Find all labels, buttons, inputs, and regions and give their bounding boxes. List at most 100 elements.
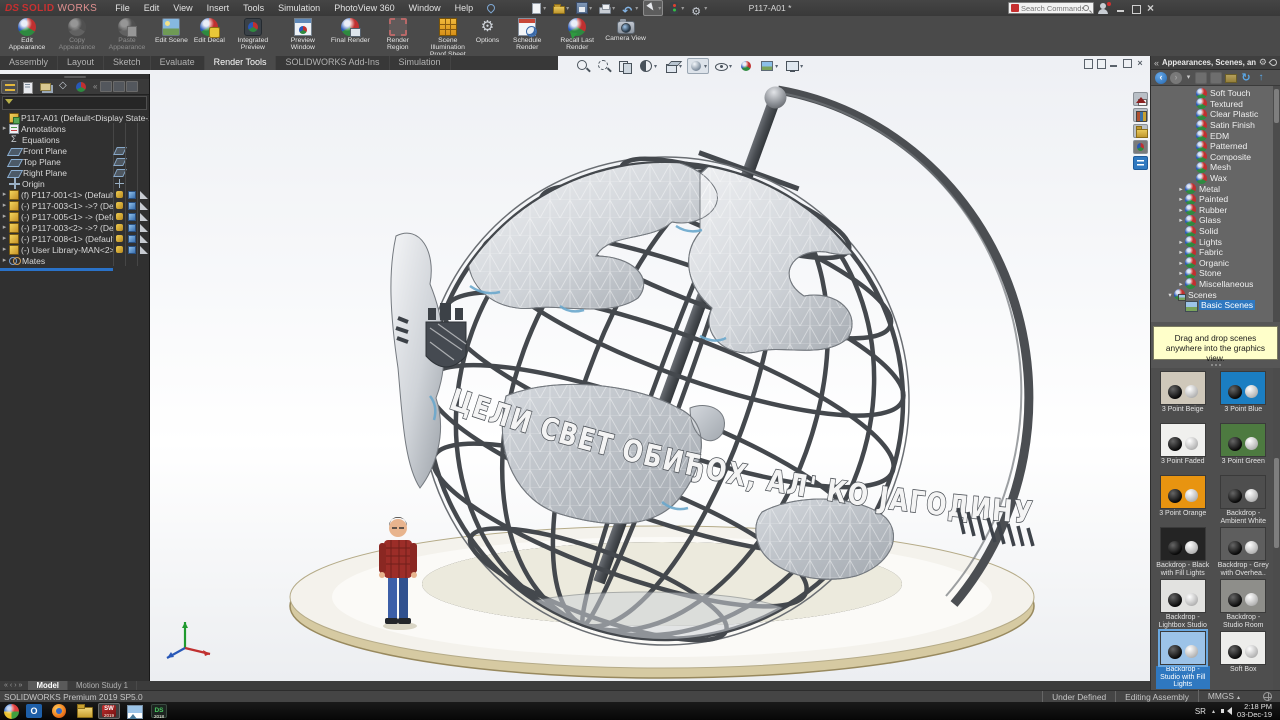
language-indicator[interactable]: SR <box>1195 707 1206 716</box>
commandmanager-tab[interactable]: Render Tools <box>205 56 277 70</box>
taskbar-app-icon[interactable] <box>48 703 70 719</box>
display-pane-cell[interactable] <box>125 233 137 244</box>
menu-item[interactable]: Simulation <box>278 3 320 13</box>
scene-preview-image[interactable] <box>1160 579 1206 613</box>
expand-caret-icon[interactable]: ▸ <box>1177 238 1185 246</box>
display-pane-cell[interactable] <box>137 222 149 233</box>
scene-preview-image[interactable] <box>1220 579 1266 613</box>
display-pane-cell[interactable] <box>125 189 137 200</box>
user-account-icon[interactable] <box>1097 2 1111 14</box>
headsup-button[interactable]: ▾ <box>712 58 734 74</box>
taskbar-app-icon[interactable] <box>23 703 45 719</box>
featuremanager-tab-icon[interactable] <box>1 80 18 94</box>
globe-model[interactable]: ЦЕЛИ СВЕТ ОБИЂОХ, АЛ' КО ЈАГОДИНУ <box>0 56 1150 681</box>
display-pane-cell[interactable] <box>137 200 149 211</box>
scene-thumbnail[interactable]: 3 Point Green <box>1217 423 1271 474</box>
display-pane-cell[interactable] <box>125 134 137 145</box>
display-pane-cell[interactable] <box>137 211 149 222</box>
taskbar-app-icon[interactable]: 2018 <box>148 703 170 719</box>
appearance-tree-item[interactable]: ▸ Glass <box>1153 215 1272 226</box>
headsup-button[interactable]: ▾ <box>595 58 613 74</box>
appearance-tree-item[interactable]: ▸ Rubber <box>1153 205 1272 216</box>
ribbon-button[interactable]: Edit Decal <box>191 17 228 55</box>
ribbon-button[interactable]: Integrated Preview <box>228 17 278 55</box>
unit-caret-icon[interactable]: ▴ <box>1237 695 1240 701</box>
expand-caret-icon[interactable]: ▸ <box>0 211 9 222</box>
expand-caret-icon[interactable]: ▸ <box>0 255 9 266</box>
display-pane-cell[interactable] <box>125 222 137 233</box>
dropdown-caret-icon[interactable]: ▾ <box>681 5 684 12</box>
expand-caret-icon[interactable]: ▸ <box>1177 280 1185 288</box>
doc-close-icon[interactable] <box>1135 58 1145 68</box>
dropdown-caret-icon[interactable]: ▾ <box>543 5 546 12</box>
ribbon-button[interactable]: Preview Window <box>278 17 328 55</box>
expand-caret-icon[interactable]: ▸ <box>1177 195 1185 203</box>
configurationmanager-tab-icon[interactable] <box>37 80 54 94</box>
pane-icon[interactable] <box>1083 58 1093 68</box>
ribbon-button[interactable]: Edit Scene <box>152 17 191 55</box>
commandmanager-tab[interactable]: SOLIDWORKS Add-Ins <box>276 56 389 70</box>
appearance-tree-item[interactable]: Mesh <box>1153 162 1272 173</box>
ribbon-button[interactable]: Copy Appearance <box>52 17 102 55</box>
commandmanager-tab[interactable]: Sketch <box>104 56 151 70</box>
menu-item[interactable]: Tools <box>243 3 264 13</box>
display-pane-cell[interactable] <box>137 167 149 178</box>
displaymanager-tab-icon[interactable] <box>73 80 90 94</box>
pane-icon[interactable] <box>1096 58 1106 68</box>
display-pane-cell[interactable] <box>113 156 125 167</box>
display-pane-header-icon[interactable] <box>126 81 138 92</box>
document-tab[interactable]: Model <box>28 681 68 690</box>
scene-preview-image[interactable] <box>1160 527 1206 561</box>
tab-overflow-chevron[interactable]: « <box>91 82 99 91</box>
commandmanager-tab[interactable]: Layout <box>58 56 104 70</box>
headsup-button[interactable]: ▾ <box>574 58 592 74</box>
display-pane-cell[interactable] <box>113 255 125 266</box>
taskbar-app-icon[interactable] <box>123 703 145 719</box>
scene-preview-image[interactable] <box>1220 475 1266 509</box>
graphics-viewport[interactable]: ЦЕЛИ СВЕТ ОБИЂОХ, АЛ' КО ЈАГОДИНУ <box>0 56 1150 681</box>
expand-caret-icon[interactable]: ▸ <box>1177 269 1185 277</box>
dropdown-caret-icon[interactable]: ▾ <box>589 5 592 12</box>
scene-thumbnail[interactable]: Backdrop - Grey with Overhea.. <box>1217 527 1271 578</box>
scene-thumbnail[interactable]: 3 Point Orange <box>1156 475 1210 526</box>
dropdown-caret-icon[interactable]: ▾ <box>800 63 803 70</box>
display-pane-cell[interactable] <box>125 255 137 266</box>
display-pane-cell[interactable] <box>113 200 125 211</box>
dropdown-caret-icon[interactable]: ▾ <box>658 5 661 12</box>
display-pane-cell[interactable] <box>113 145 125 156</box>
close-button[interactable] <box>1144 2 1157 15</box>
ribbon-button[interactable]: Edit Appearance <box>2 17 52 55</box>
dimxpertmanager-tab-icon[interactable] <box>55 80 72 94</box>
display-pane-header-icon[interactable] <box>100 81 112 92</box>
menu-item[interactable]: Edit <box>144 3 160 13</box>
menu-item[interactable]: Insert <box>207 3 230 13</box>
refresh-icon[interactable]: ↻ <box>1240 72 1252 84</box>
tray-expand-icon[interactable]: ▴ <box>1212 708 1215 715</box>
menu-item[interactable]: Window <box>409 3 441 13</box>
qat-button[interactable]: ▾ <box>529 1 548 16</box>
dropdown-caret-icon[interactable]: ▾ <box>566 5 569 12</box>
dropdown-caret-icon[interactable]: ▾ <box>612 5 615 12</box>
propertymanager-tab-icon[interactable] <box>19 80 36 94</box>
restore-button[interactable] <box>1129 2 1142 15</box>
feature-tree-item[interactable]: Right Plane <box>0 167 149 178</box>
feature-tree-item[interactable]: ▸ (f) P117-001<1> (Default<As Mac <box>0 189 149 200</box>
appearance-tree-item[interactable]: ▸ Lights <box>1153 236 1272 247</box>
feature-tree-item[interactable]: ▸ (-) P117-003<1> ->? (Default<<D <box>0 200 149 211</box>
display-pane-cell[interactable] <box>125 178 137 189</box>
appearance-tree-item[interactable]: Clear Plastic <box>1153 109 1272 120</box>
rollback-bar[interactable] <box>0 268 113 271</box>
tree-scrollbar[interactable] <box>1273 86 1280 322</box>
commandmanager-tab[interactable]: Assembly <box>0 56 58 70</box>
scene-preview-image[interactable] <box>1220 527 1266 561</box>
headsup-button[interactable]: ▾ <box>687 58 709 74</box>
menu-item[interactable]: PhotoView 360 <box>334 3 394 13</box>
ribbon-button[interactable]: Render Region <box>373 17 423 55</box>
search-icon[interactable] <box>1083 5 1089 11</box>
ribbon-button[interactable]: Paste Appearance <box>102 17 152 55</box>
display-pane-cell[interactable] <box>125 123 137 134</box>
display-pane-cell[interactable] <box>125 211 137 222</box>
taskbar-app-icon[interactable]: 2019 <box>98 703 120 719</box>
search-input[interactable] <box>1021 4 1083 13</box>
menu-item[interactable]: File <box>115 3 130 13</box>
